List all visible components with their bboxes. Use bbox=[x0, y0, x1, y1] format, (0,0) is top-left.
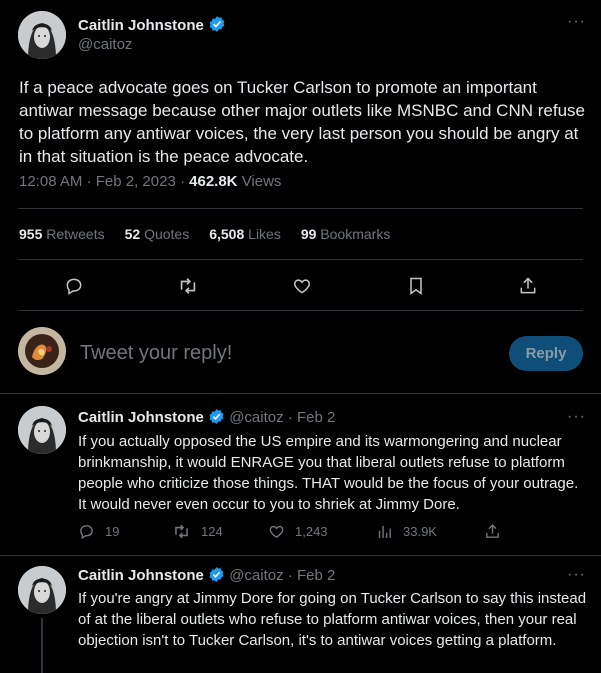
divider bbox=[18, 310, 583, 311]
like-count: 1,243 bbox=[295, 523, 328, 539]
bookmarks-label: Bookmarks bbox=[320, 226, 391, 242]
reply-input[interactable]: Tweet your reply! bbox=[80, 342, 232, 365]
share-icon bbox=[486, 523, 499, 538]
retweets-count: 955 bbox=[19, 226, 43, 242]
reply-author-avatar[interactable] bbox=[18, 406, 66, 454]
like-icon[interactable] bbox=[290, 274, 314, 298]
separator-dot: · bbox=[287, 409, 293, 426]
thread-connector-line bbox=[41, 618, 43, 673]
tweet-text: If a peace advocate goes on Tucker Carls… bbox=[19, 78, 585, 166]
reply-date[interactable]: Feb 2 bbox=[297, 567, 335, 584]
reply-author-handle[interactable]: @caitoz bbox=[229, 409, 283, 426]
author-name[interactable]: Caitlin Johnstone bbox=[78, 17, 204, 34]
divider bbox=[18, 208, 583, 209]
quotes-stat[interactable]: 52 Quotes bbox=[125, 226, 190, 242]
like-icon bbox=[269, 525, 284, 538]
share-action[interactable] bbox=[484, 520, 501, 542]
likes-count: 6,508 bbox=[209, 226, 245, 242]
avatar-portrait-icon bbox=[18, 566, 66, 614]
tweet-meta: 12:08 AM · Feb 2, 2023 · 462.8K Views bbox=[19, 173, 282, 190]
more-options-icon[interactable]: ··· bbox=[567, 13, 586, 31]
divider bbox=[0, 555, 601, 556]
reply-author-handle[interactable]: @caitoz bbox=[229, 567, 283, 584]
more-options-icon[interactable]: ··· bbox=[567, 566, 586, 584]
view-count: 33.9K bbox=[403, 523, 437, 539]
retweet-count: 124 bbox=[201, 523, 223, 539]
quotes-count: 52 bbox=[124, 226, 141, 242]
avatar-photo-icon bbox=[18, 327, 66, 375]
reply-icon[interactable] bbox=[62, 274, 86, 298]
avatar-portrait-icon bbox=[18, 11, 66, 59]
bookmarks-count: 99 bbox=[300, 226, 317, 242]
engagement-stats: 955 Retweets 52 Quotes 6,508 Likes 99 Bo… bbox=[19, 226, 410, 242]
divider bbox=[0, 393, 601, 394]
bookmark-icon[interactable] bbox=[404, 274, 428, 298]
reply-button[interactable]: Reply bbox=[509, 336, 583, 371]
reply-header: Caitlin Johnstone @caitoz · Feb 2 bbox=[78, 566, 335, 587]
retweet-action[interactable]: 124 bbox=[172, 520, 223, 542]
retweets-stat[interactable]: 955 Retweets bbox=[19, 226, 105, 242]
divider bbox=[18, 259, 583, 260]
tweet-action-bar bbox=[0, 274, 601, 298]
reply-action[interactable]: 19 bbox=[78, 520, 119, 542]
likes-stat[interactable]: 6,508 Likes bbox=[209, 226, 281, 242]
quotes-label: Quotes bbox=[144, 226, 190, 242]
reply-text: If you're angry at Jimmy Dore for going … bbox=[78, 590, 587, 649]
verified-badge-icon[interactable] bbox=[208, 566, 225, 587]
retweets-label: Retweets bbox=[46, 226, 105, 242]
reply-author-name[interactable]: Caitlin Johnstone bbox=[78, 567, 204, 584]
views-chart-icon bbox=[378, 525, 391, 538]
author-name-row[interactable]: Caitlin Johnstone bbox=[78, 15, 226, 37]
views-label: Views bbox=[241, 173, 282, 190]
author-handle[interactable]: @caitoz bbox=[78, 36, 132, 53]
separator-dot: · bbox=[287, 567, 293, 584]
author-avatar[interactable] bbox=[18, 11, 66, 59]
reply-author-name[interactable]: Caitlin Johnstone bbox=[78, 409, 204, 426]
tweet-date[interactable]: Feb 2, 2023 bbox=[96, 173, 176, 190]
retweet-icon bbox=[175, 524, 188, 538]
likes-label: Likes bbox=[248, 226, 281, 242]
avatar-portrait-icon bbox=[18, 406, 66, 454]
reply-icon bbox=[80, 524, 93, 539]
retweet-icon[interactable] bbox=[176, 274, 200, 298]
views-action[interactable]: 33.9K bbox=[376, 520, 437, 542]
share-icon[interactable] bbox=[516, 274, 540, 298]
reply-header: Caitlin Johnstone @caitoz · Feb 2 bbox=[78, 408, 335, 429]
like-action[interactable]: 1,243 bbox=[268, 520, 328, 542]
bookmarks-stat[interactable]: 99 Bookmarks bbox=[301, 226, 391, 242]
more-options-icon[interactable]: ··· bbox=[567, 408, 586, 426]
views-count: 462.8K bbox=[189, 173, 238, 190]
tweet-time[interactable]: 12:08 AM bbox=[19, 173, 82, 190]
reply-text: If you actually opposed the US empire an… bbox=[78, 433, 579, 513]
reply-action-bar: 19 124 1,243 33.9K bbox=[78, 520, 598, 542]
reply-count: 19 bbox=[105, 523, 120, 539]
reply-date[interactable]: Feb 2 bbox=[297, 409, 335, 426]
reply-author-avatar[interactable] bbox=[18, 566, 66, 614]
verified-badge-icon[interactable] bbox=[208, 408, 225, 429]
verified-badge-icon[interactable] bbox=[208, 15, 226, 37]
current-user-avatar[interactable] bbox=[18, 327, 66, 375]
